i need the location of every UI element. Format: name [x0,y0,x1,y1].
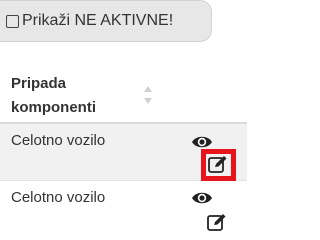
eye-icon[interactable] [191,190,213,206]
sort-icon[interactable] [143,84,153,106]
component-cell: Celotno vozilo [11,189,106,206]
show-inactive-button[interactable]: Prikaži NE AKTIVNE! [0,0,212,42]
show-inactive-label: Prikaži NE AKTIVNE! [22,12,174,29]
table-row: Celotno vozilo [0,181,247,240]
component-cell: Celotno vozilo [11,132,106,149]
table-header: Pripada komponenti [0,60,247,124]
checkbox-icon[interactable] [6,15,19,28]
table-row: Celotno vozilo [0,124,247,181]
edit-highlight-box [201,149,236,181]
eye-icon[interactable] [191,134,213,150]
column-header-pripada-komponenti[interactable]: Pripada komponenti [11,72,131,120]
edit-icon[interactable] [207,213,227,231]
